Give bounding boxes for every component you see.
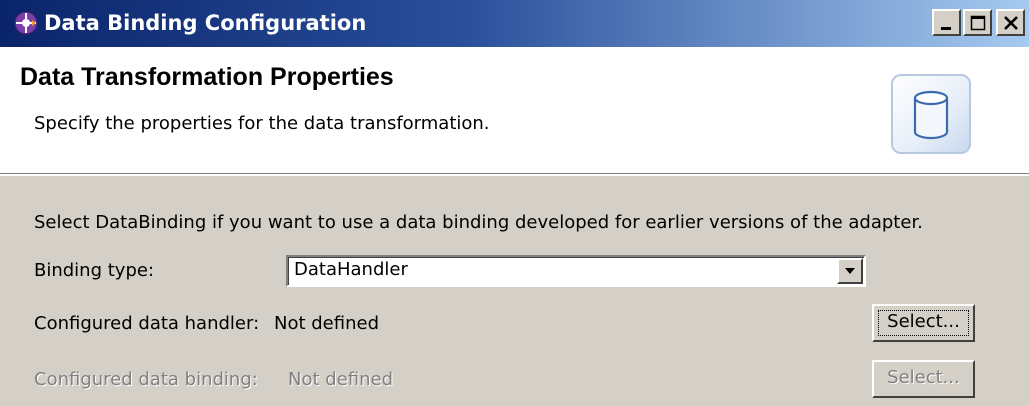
select-data-handler-button[interactable]: Select... — [872, 304, 975, 342]
content-panel: Select DataBinding if you want to use a … — [0, 176, 1029, 406]
binding-type-label: Binding type: — [34, 260, 155, 281]
close-button[interactable] — [996, 9, 1025, 36]
info-text: Select DataBinding if you want to use a … — [34, 212, 923, 233]
window-controls — [930, 9, 1025, 37]
dropdown-button[interactable] — [837, 258, 863, 284]
maximize-button[interactable] — [963, 9, 992, 36]
close-icon — [1004, 16, 1018, 30]
chevron-down-icon — [845, 268, 855, 274]
data-handler-value: Not defined — [274, 313, 380, 334]
window-title: Data Binding Configuration — [44, 11, 367, 35]
app-icon — [14, 11, 38, 35]
minimize-button[interactable] — [932, 9, 961, 36]
database-cylinder-icon — [891, 74, 971, 154]
page-description: Specify the properties for the data tran… — [34, 113, 490, 134]
binding-type-value: DataHandler — [294, 259, 408, 280]
binding-type-select[interactable]: DataHandler — [286, 255, 866, 287]
title-bar[interactable]: Data Binding Configuration — [0, 0, 1029, 47]
maximize-icon — [970, 15, 986, 31]
select-data-binding-button[interactable]: Select... — [872, 360, 975, 398]
data-binding-label: Configured data binding: — [34, 369, 258, 390]
minimize-icon — [941, 27, 951, 30]
header-banner: Data Transformation Properties Specify t… — [0, 47, 1029, 176]
data-handler-label: Configured data handler: — [34, 313, 260, 334]
data-binding-value: Not defined — [288, 369, 394, 390]
page-title: Data Transformation Properties — [20, 63, 394, 91]
